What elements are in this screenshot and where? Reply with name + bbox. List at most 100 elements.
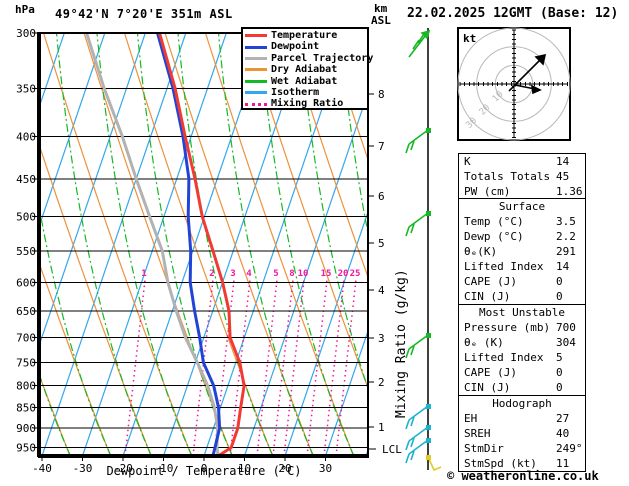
stat-label: SREH (464, 427, 491, 440)
stat-value: 1.36 (556, 185, 583, 198)
sounding-screen: 300 350 400 450 500 550 600 650 700 750 800 850 900 9… (0, 0, 629, 486)
stat-label: Lifted Index (464, 351, 544, 364)
wind-barb (405, 405, 429, 430)
stat-label: PW (cm) (464, 185, 511, 198)
stat-value: 5 (556, 351, 563, 364)
mixing-ratio-value: 3 (230, 269, 235, 279)
stat-value: 27 (556, 412, 570, 425)
stat-label: CIN (J) (464, 290, 511, 303)
wind-barb (408, 29, 431, 58)
mixing-ratio-value: 25 (350, 269, 361, 279)
stat-label: θₑ (K) (464, 336, 504, 349)
altitude-unit-asl: ASL (371, 14, 391, 27)
stat-value: 304 (556, 336, 576, 349)
mixing-ratio-value: 10 (298, 269, 309, 279)
stat-value: 700 (556, 321, 576, 334)
stat-label: CAPE (J) (464, 275, 517, 288)
surface-table: Surface Temp (°C) 3.5 Dewp (°C) 2.2 θₑ(K) 2… (458, 198, 586, 305)
dewpoint-line-swatch (245, 45, 267, 49)
most-unstable-table-title: Most Unstable (478, 306, 566, 319)
pressure-tick-label: 700 (16, 332, 36, 345)
wind-barb (405, 212, 429, 237)
parcel-line-swatch (245, 56, 267, 60)
legend-label: Parcel Trajectory (271, 52, 374, 64)
stat-value: 2.2 (556, 230, 576, 243)
mixing-ratio-line-swatch (245, 102, 267, 106)
indices-table: K 14 Totals Totals 45 PW (cm) 1.36 (458, 153, 586, 199)
stat-label: StmDir (464, 442, 504, 455)
mixing-ratio-value: 1 (141, 269, 146, 279)
wet-adiabat-line-swatch (245, 79, 267, 83)
pressure-tick-label: 450 (16, 173, 36, 186)
km-tick-label: 2 (378, 376, 385, 389)
isotherm-line-swatch (245, 91, 267, 95)
altitude-unit-km: km (374, 2, 388, 15)
most-unstable-table: Most Unstable Pressure (mb) 700 θₑ (K) 304… (458, 304, 586, 396)
legend-row-parcel: Parcel Trajectory (245, 53, 373, 64)
pressure-tick-label: 500 (16, 211, 36, 224)
stat-label: Pressure (mb) (464, 321, 551, 334)
km-tick-label: 5 (378, 237, 385, 250)
pressure-tick-label: 300 (16, 27, 36, 40)
legend-label: Wet Adiabat (271, 75, 338, 87)
table-row: CAPE (J) 0 (459, 274, 585, 289)
legend-label: Dewpoint (271, 41, 320, 53)
table-row: θₑ(K) 291 (459, 244, 585, 259)
hodograph-unit-label: kt (463, 32, 476, 45)
stat-label: CIN (J) (464, 381, 511, 394)
pressure-tick-label: 650 (16, 305, 36, 318)
pressure-tick-label: 850 (16, 402, 36, 415)
stat-value: 14 (556, 155, 570, 168)
wind-barb (405, 334, 429, 359)
mixing-ratio-axis-label: Mixing Ratio (g/kg) (394, 269, 409, 418)
legend-row-isotherm: Isotherm (245, 87, 367, 98)
stat-label: EH (464, 412, 478, 425)
table-row: StmDir 249° (459, 441, 585, 456)
table-row: θₑ (K) 304 (459, 335, 585, 350)
pressure-tick-label: 800 (16, 380, 36, 393)
stat-value: 291 (556, 245, 576, 258)
wind-barb (405, 426, 429, 451)
table-row: PW (cm) 1.36 (459, 184, 585, 199)
legend-row-dry-adiabat: Dry Adiabat (245, 64, 367, 75)
parcel-trajectory-curve (85, 33, 220, 456)
stat-value: 14 (556, 260, 570, 273)
table-row: Temp (°C) 3.5 (459, 214, 585, 229)
hodograph-stats-table: Hodograph EH 27 SREH 40 StmDir 249° StmSpd … (458, 395, 586, 472)
km-tick-label: 6 (378, 190, 385, 203)
legend-label: Mixing Ratio (271, 98, 344, 110)
stat-value: 0 (556, 381, 563, 394)
stat-label: Totals Totals (464, 170, 551, 183)
mixing-ratio-value: 5 (273, 269, 278, 279)
stat-value: 40 (556, 427, 570, 440)
stat-value: 249° (556, 442, 583, 455)
wind-barb-column (405, 28, 442, 472)
mixing-ratio-value: 4 (246, 269, 252, 279)
table-row: Totals Totals 45 (459, 169, 585, 184)
km-tick-label: 4 (378, 284, 385, 297)
pressure-tick-label: 750 (16, 356, 36, 369)
table-row: Lifted Index 5 (459, 350, 585, 365)
table-row: Lifted Index 14 (459, 259, 585, 274)
x-axis-title: Dewpoint / Temperature (°C) (106, 464, 302, 478)
km-tick-label: 7 (378, 140, 385, 153)
mixing-ratio-value: 8 (289, 269, 294, 279)
table-row: Dewp (°C) 2.2 (459, 229, 585, 244)
legend-label: Temperature (271, 30, 338, 41)
mixing-ratio-value: 2 (209, 269, 214, 279)
sounding-curves (85, 33, 246, 456)
stat-label: Dewp (°C) (464, 230, 524, 243)
pressure-tick-label: 900 (16, 422, 36, 435)
stat-label: K (464, 155, 471, 168)
legend-row-mixing-ratio: Mixing Ratio (245, 98, 367, 109)
table-row: CIN (J) 0 (459, 289, 585, 304)
legend-row-temperature: Temperature (245, 30, 367, 41)
km-tick-label: 8 (378, 88, 385, 101)
stat-value: 0 (556, 275, 563, 288)
legend-box: Temperature Dewpoint Parcel Trajectory D… (241, 27, 373, 110)
pressure-tick-label: 950 (16, 441, 36, 454)
table-row: K 14 (459, 154, 585, 169)
table-row: EH 27 (459, 411, 585, 426)
table-row: SREH 40 (459, 426, 585, 441)
pressure-tick-label: 550 (16, 245, 36, 258)
